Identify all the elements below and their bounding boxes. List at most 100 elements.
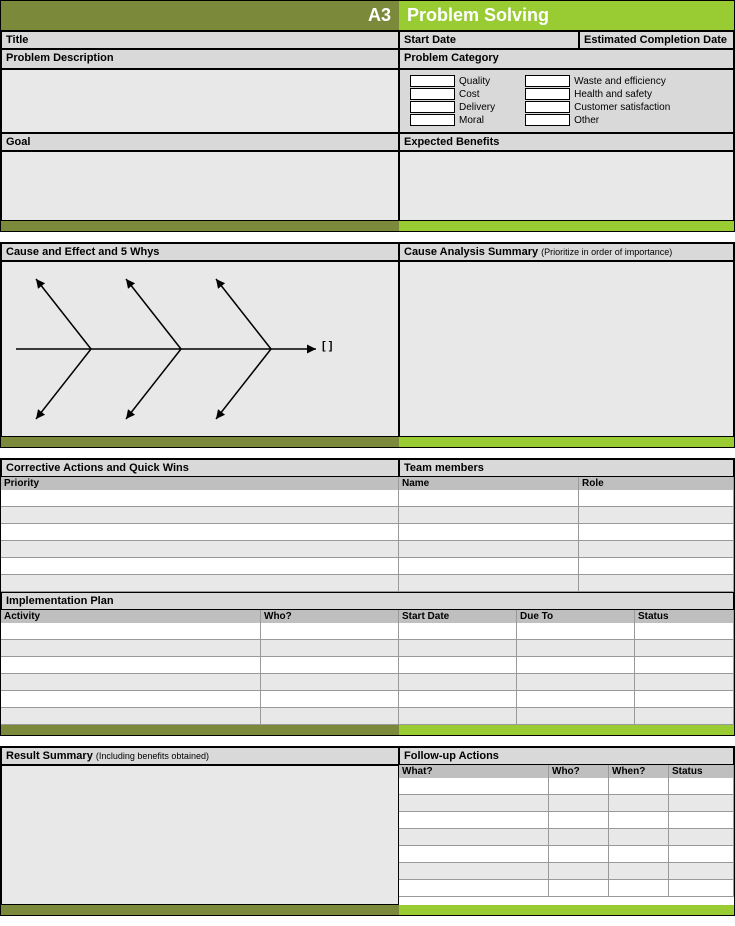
followup-status[interactable] (669, 863, 734, 879)
result-summary-input[interactable] (1, 765, 399, 905)
plan-who[interactable] (261, 691, 399, 707)
corrective-row[interactable] (1, 558, 399, 574)
team-name-row[interactable] (399, 507, 579, 523)
cat-cost-input[interactable] (410, 88, 455, 100)
followup-who[interactable] (549, 863, 609, 879)
plan-due[interactable] (517, 640, 635, 656)
followup-what[interactable] (399, 795, 549, 811)
followup-who[interactable] (549, 778, 609, 794)
followup-status[interactable] (669, 829, 734, 845)
corrective-row[interactable] (1, 507, 399, 523)
plan-due[interactable] (517, 674, 635, 690)
title-a3: A3 (1, 1, 399, 30)
team-name-row[interactable] (399, 524, 579, 540)
plan-start[interactable] (399, 623, 517, 639)
goal-input[interactable] (1, 151, 399, 221)
plan-who[interactable] (261, 708, 399, 724)
plan-status[interactable] (635, 640, 734, 656)
followup-what[interactable] (399, 778, 549, 794)
fishbone-head-label: [ ] (322, 340, 332, 352)
plan-start[interactable] (399, 657, 517, 673)
cat-waste-input[interactable] (525, 75, 570, 87)
plan-status[interactable] (635, 674, 734, 690)
plan-due[interactable] (517, 691, 635, 707)
cat-delivery-input[interactable] (410, 101, 455, 113)
plan-start[interactable] (399, 708, 517, 724)
followup-what[interactable] (399, 812, 549, 828)
followup-status[interactable] (669, 846, 734, 862)
followup-who[interactable] (549, 880, 609, 896)
followup-when[interactable] (609, 778, 669, 794)
followup-who[interactable] (549, 812, 609, 828)
followup-what[interactable] (399, 863, 549, 879)
plan-activity[interactable] (1, 640, 261, 656)
cat-health-input[interactable] (525, 88, 570, 100)
plan-activity[interactable] (1, 674, 261, 690)
team-role-row[interactable] (579, 541, 734, 557)
cat-cost-label: Cost (459, 89, 480, 100)
followup-status[interactable] (669, 778, 734, 794)
plan-who[interactable] (261, 657, 399, 673)
team-name-row[interactable] (399, 541, 579, 557)
followup-when[interactable] (609, 846, 669, 862)
plan-start[interactable] (399, 691, 517, 707)
followup-who[interactable] (549, 795, 609, 811)
plan-start[interactable] (399, 674, 517, 690)
corrective-label: Corrective Actions and Quick Wins (1, 459, 399, 477)
plan-status[interactable] (635, 623, 734, 639)
followup-status[interactable] (669, 795, 734, 811)
team-role-row[interactable] (579, 524, 734, 540)
team-name-row[interactable] (399, 490, 579, 506)
expected-benefits-label: Expected Benefits (399, 133, 734, 151)
plan-start[interactable] (399, 640, 517, 656)
corrective-row[interactable] (1, 524, 399, 540)
expected-benefits-input[interactable] (399, 151, 734, 221)
fishbone-area[interactable]: [ ] (1, 261, 399, 437)
corrective-row[interactable] (1, 490, 399, 506)
plan-status[interactable] (635, 708, 734, 724)
cat-customer-input[interactable] (525, 101, 570, 113)
section-1: A3 Problem Solving Title Start Date Esti… (0, 0, 735, 232)
plan-who[interactable] (261, 674, 399, 690)
plan-activity[interactable] (1, 708, 261, 724)
plan-activity[interactable] (1, 657, 261, 673)
plan-who[interactable] (261, 623, 399, 639)
plan-due[interactable] (517, 657, 635, 673)
plan-who[interactable] (261, 640, 399, 656)
problem-desc-input[interactable] (1, 69, 399, 133)
team-role-row[interactable] (579, 575, 734, 591)
cat-moral-input[interactable] (410, 114, 455, 126)
followup-what[interactable] (399, 846, 549, 862)
title-problem-solving: Problem Solving (399, 1, 734, 30)
team-role-row[interactable] (579, 490, 734, 506)
followup-who[interactable] (549, 846, 609, 862)
corrective-row[interactable] (1, 541, 399, 557)
cat-quality-input[interactable] (410, 75, 455, 87)
cat-other-label: Other (574, 115, 599, 126)
followup-when[interactable] (609, 863, 669, 879)
followup-what[interactable] (399, 880, 549, 896)
cat-other-input[interactable] (525, 114, 570, 126)
plan-activity[interactable] (1, 623, 261, 639)
plan-due[interactable] (517, 623, 635, 639)
followup-when[interactable] (609, 829, 669, 845)
followup-what[interactable] (399, 829, 549, 845)
plan-activity[interactable] (1, 691, 261, 707)
followup-when[interactable] (609, 795, 669, 811)
plan-status[interactable] (635, 691, 734, 707)
followup-who[interactable] (549, 829, 609, 845)
followup-when[interactable] (609, 880, 669, 896)
cat-delivery-label: Delivery (459, 102, 495, 113)
section-3: Corrective Actions and Quick Wins Team m… (0, 458, 735, 736)
team-role-row[interactable] (579, 558, 734, 574)
team-name-row[interactable] (399, 558, 579, 574)
followup-status[interactable] (669, 880, 734, 896)
followup-when[interactable] (609, 812, 669, 828)
followup-status[interactable] (669, 812, 734, 828)
plan-due[interactable] (517, 708, 635, 724)
plan-status[interactable] (635, 657, 734, 673)
cause-analysis-input[interactable] (399, 261, 734, 437)
team-role-row[interactable] (579, 507, 734, 523)
team-name-row[interactable] (399, 575, 579, 591)
corrective-row[interactable] (1, 575, 399, 591)
